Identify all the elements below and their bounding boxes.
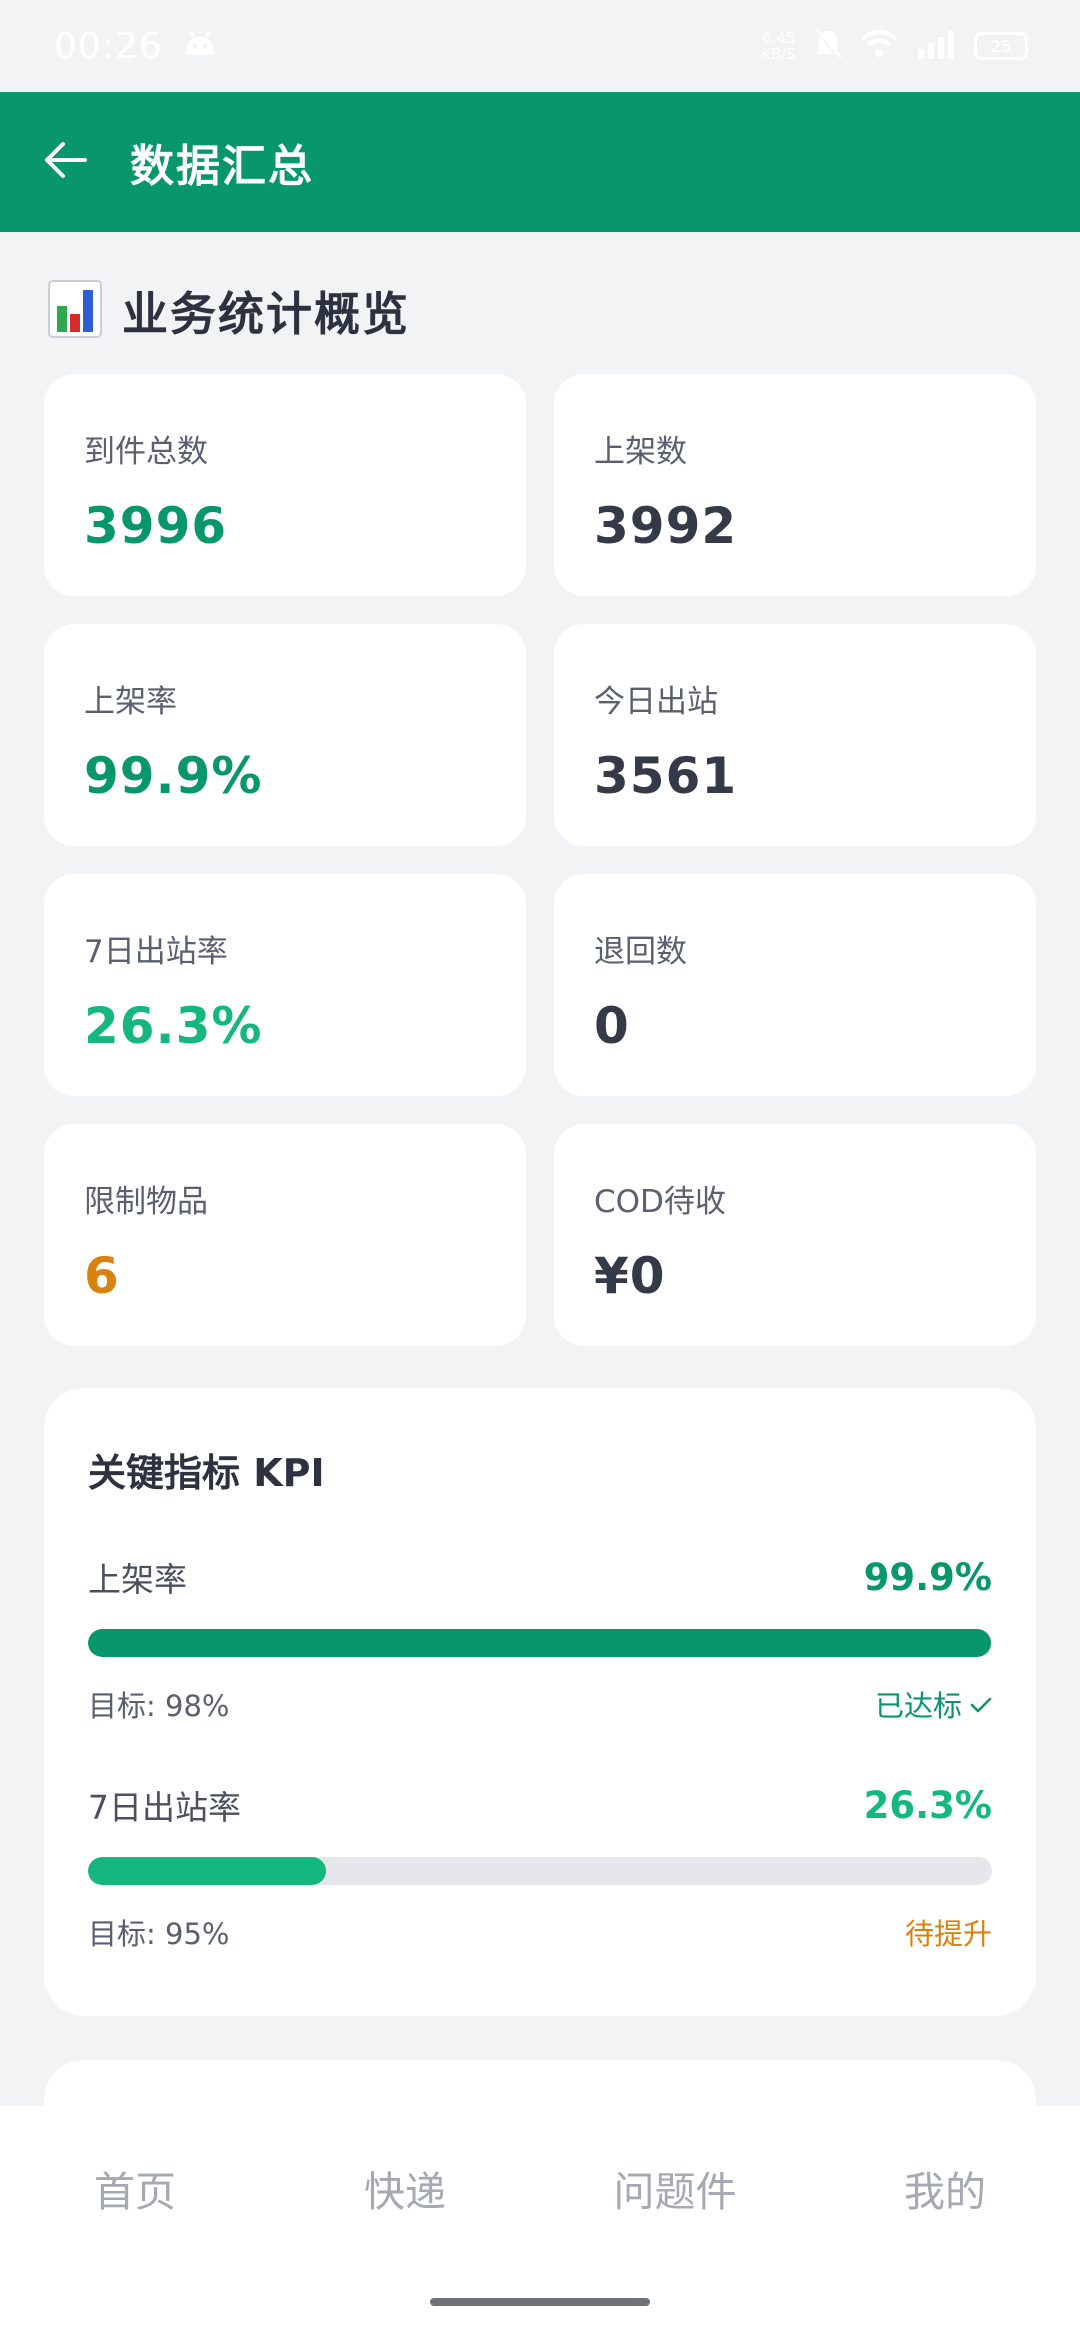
stat-label: 到件总数	[84, 434, 208, 470]
kpi-title: 关键指标 KPI	[88, 1451, 325, 1495]
kpi-target: 目标: 98%	[88, 1689, 230, 1723]
battery-icon: 25	[974, 32, 1028, 60]
stat-label: 限制物品	[84, 1184, 208, 1220]
stat-label: 退回数	[594, 934, 687, 970]
stat-value: 26.3%	[84, 997, 263, 1055]
stat-card-shelved[interactable]: 上架数 3992	[554, 374, 1036, 596]
stat-card-today-out[interactable]: 今日出站 3561	[554, 624, 1036, 846]
bell-off-icon	[814, 28, 842, 64]
stat-card-arrivals[interactable]: 到件总数 3996	[44, 374, 526, 596]
kpi-target: 目标: 95%	[88, 1917, 230, 1951]
bar-chart-icon	[48, 280, 102, 342]
stat-value: 3992	[594, 497, 738, 555]
stat-card-7day-out-rate[interactable]: 7日出站率 26.3%	[44, 874, 526, 1096]
nav-item-home[interactable]: 首页	[35, 2158, 235, 2218]
stat-card-cod[interactable]: COD待收 ¥0	[554, 1124, 1036, 1346]
stat-value: ¥0	[594, 1247, 666, 1305]
kpi-status: 已达标	[875, 1683, 992, 1725]
kpi-status: 待提升	[905, 1911, 992, 1953]
arrow-left-icon	[43, 140, 87, 184]
back-button[interactable]	[40, 137, 90, 187]
kpi-value: 26.3%	[863, 1783, 992, 1827]
kpi-status-label: 已达标	[874, 1689, 962, 1723]
stat-card-returns[interactable]: 退回数 0	[554, 874, 1036, 1096]
stat-card-shelve-rate[interactable]: 上架率 99.9%	[44, 624, 526, 846]
stat-label: COD待收	[594, 1184, 726, 1220]
page-title: 数据汇总	[130, 141, 314, 192]
kpi-row-7day-out-rate: 7日出站率 26.3% 目标: 95% 待提升	[88, 1781, 992, 1953]
status-time: 00:26	[54, 25, 163, 67]
status-left: 00:26	[54, 26, 217, 67]
nav-item-express[interactable]: 快递	[305, 2158, 505, 2218]
check-icon	[970, 1687, 992, 1721]
stat-value: 0	[594, 997, 630, 1055]
stats-grid: 到件总数 3996 上架数 3992 上架率 99.9% 今日出站 3561 7…	[44, 374, 1036, 1346]
stat-label: 上架数	[594, 434, 687, 470]
kpi-row-shelve-rate: 上架率 99.9% 目标: 98% 已达标	[88, 1553, 992, 1725]
app-bar: 数据汇总	[0, 92, 1080, 232]
nav-item-mine[interactable]: 我的	[845, 2158, 1045, 2218]
net-speed: 6.45 KB/S	[761, 30, 796, 62]
progress-track	[88, 1857, 992, 1885]
kpi-value: 99.9%	[863, 1555, 992, 1599]
section-title: 业务统计概览	[122, 287, 410, 341]
status-right: 6.45 KB/S 25	[761, 28, 1028, 64]
status-bar: 00:26 6.45 KB/S 25	[0, 0, 1080, 92]
net-speed-value: 6.45	[761, 29, 796, 47]
progress-fill	[88, 1857, 326, 1885]
wifi-icon	[860, 29, 898, 63]
signal-icon	[916, 29, 956, 63]
kpi-status-label: 待提升	[904, 1917, 992, 1951]
stat-card-restricted[interactable]: 限制物品 6	[44, 1124, 526, 1346]
nav-item-problem[interactable]: 问题件	[575, 2158, 775, 2218]
stat-value: 99.9%	[84, 747, 263, 805]
kpi-name: 7日出站率	[88, 1788, 241, 1827]
stat-value: 3996	[84, 497, 228, 555]
progress-track	[88, 1629, 992, 1657]
stat-label: 7日出站率	[84, 934, 228, 970]
net-speed-unit: KB/S	[761, 45, 796, 63]
kpi-name: 上架率	[88, 1560, 187, 1599]
stat-value: 3561	[594, 747, 738, 805]
kpi-card: 关键指标 KPI 上架率 99.9% 目标: 98% 已达标 7日出站率 26.…	[44, 1388, 1036, 2016]
progress-fill	[88, 1629, 992, 1657]
home-indicator[interactable]	[430, 2298, 650, 2306]
stat-label: 今日出站	[594, 684, 718, 720]
stat-label: 上架率	[84, 684, 177, 720]
overview-header: 业务统计概览	[48, 276, 410, 346]
android-icon	[183, 29, 217, 63]
stat-value: 6	[84, 1247, 120, 1305]
